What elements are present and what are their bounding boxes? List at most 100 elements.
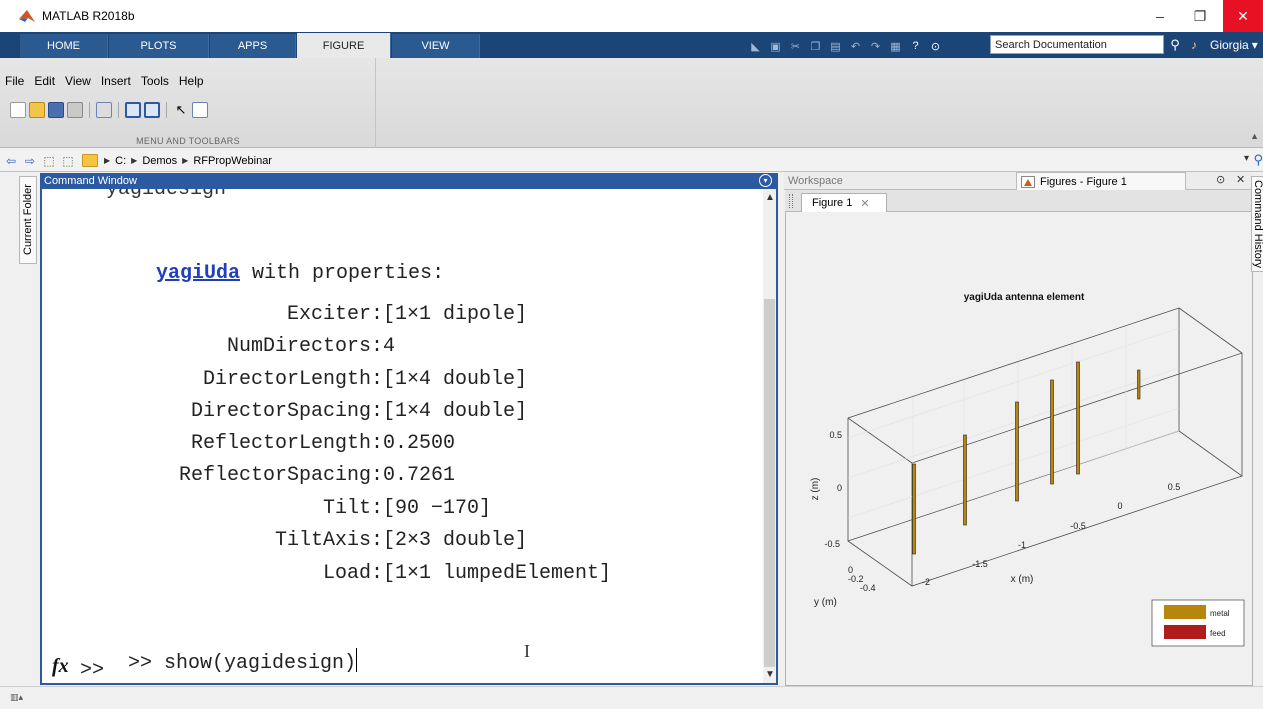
link-plot-icon[interactable] bbox=[96, 102, 112, 118]
print-icon[interactable] bbox=[67, 102, 83, 118]
figure-toolbar: ↖ bbox=[10, 102, 208, 118]
new-figure-icon[interactable] bbox=[10, 102, 26, 118]
z-tick-label: -0.5 bbox=[824, 539, 840, 549]
figure-tab-bar: Figure 1 ✕ bbox=[785, 190, 1253, 212]
figures-window-tab[interactable]: Figures - Figure 1 bbox=[1016, 172, 1186, 190]
collapse-ribbon-icon[interactable]: ▲ bbox=[1250, 131, 1259, 141]
pointer-icon[interactable]: ↖ bbox=[173, 102, 189, 118]
menu-help[interactable]: Help bbox=[179, 74, 204, 88]
menu-file[interactable]: File bbox=[5, 74, 24, 88]
figure-1-tab[interactable]: Figure 1 ✕ bbox=[801, 193, 887, 212]
menu-edit[interactable]: Edit bbox=[34, 74, 55, 88]
function-browser-icon[interactable]: fx bbox=[52, 655, 69, 678]
search-icon[interactable]: ⚲ bbox=[1166, 36, 1184, 54]
property-row: Load: [1×1 lumpedElement] bbox=[42, 562, 763, 588]
paste-icon[interactable]: ▤ bbox=[828, 39, 843, 54]
breadcrumb-item[interactable]: Demos bbox=[142, 155, 177, 167]
antenna-plot[interactable]: yagiUda antenna element 0.5 0 -0.5 z (m)… bbox=[786, 213, 1252, 683]
property-row: TiltAxis: [2×3 double] bbox=[42, 529, 763, 555]
tab-home[interactable]: HOME bbox=[20, 34, 108, 58]
property-name: Load: bbox=[322, 562, 383, 585]
breadcrumb-item[interactable]: C: bbox=[115, 155, 126, 167]
x-tick-label: -2 bbox=[922, 577, 930, 587]
chevron-down-icon: ▾ bbox=[1251, 38, 1258, 52]
redo-icon[interactable]: ↷ bbox=[868, 39, 883, 54]
grid-lines bbox=[847, 326, 1180, 520]
property-value: [1×1 lumpedElement] bbox=[383, 562, 612, 585]
undo-icon[interactable]: ↶ bbox=[848, 39, 863, 54]
folder-search-icon[interactable]: ⚲ bbox=[1253, 152, 1263, 168]
property-value: 4 bbox=[383, 335, 396, 358]
property-editor-icon[interactable] bbox=[192, 102, 208, 118]
menu-insert[interactable]: Insert bbox=[101, 74, 131, 88]
property-value: [1×4 double] bbox=[383, 400, 528, 423]
up-folder-icon[interactable]: ⬚ bbox=[41, 153, 57, 169]
user-account-menu[interactable]: Giorgia ▾ bbox=[1210, 32, 1258, 58]
scroll-up-icon[interactable]: ▲ bbox=[765, 192, 775, 203]
save-figure-icon[interactable] bbox=[48, 102, 64, 118]
tab-figure[interactable]: FIGURE bbox=[297, 33, 391, 58]
back-arrow-icon[interactable]: ⇦ bbox=[3, 153, 19, 169]
property-name: ReflectorLength: bbox=[190, 432, 383, 455]
command-window-scrollbar[interactable]: ▲ ▼ bbox=[763, 189, 778, 685]
workspace-tab[interactable]: Workspace bbox=[788, 173, 843, 189]
property-value: [1×4 double] bbox=[383, 368, 528, 391]
close-icon[interactable]: ✕ bbox=[860, 197, 869, 210]
command-window[interactable]: yagidesign yagiUda with properties: Exci… bbox=[40, 189, 763, 685]
menu-and-toolbars-group: File Edit View Insert Tools Help ↖ MENU … bbox=[0, 58, 376, 148]
cut-icon[interactable]: ✂ bbox=[788, 39, 803, 54]
tab-view[interactable]: VIEW bbox=[392, 34, 480, 58]
menu-view[interactable]: View bbox=[65, 74, 91, 88]
dock-grip-icon[interactable] bbox=[789, 194, 793, 208]
ribbon-group-label: MENU AND TOOLBARS bbox=[136, 136, 240, 146]
current-folder-address-bar: ⇦ ⇨ ⬚ ⬚ ▶ C: ▶ Demos ▶ RFPropWebinar ▾ ⚲ bbox=[0, 150, 1263, 172]
help-icon[interactable]: ? bbox=[908, 39, 923, 54]
legend-icon[interactable] bbox=[144, 102, 160, 118]
panel-actions-icon[interactable]: ▾ bbox=[759, 174, 772, 187]
quick-access-toolbar: ◣ ▣ ✂ ❐ ▤ ↶ ↷ ▦ ? ⊙ bbox=[748, 36, 943, 56]
open-file-icon[interactable] bbox=[29, 102, 45, 118]
current-folder-tab[interactable]: Current Folder bbox=[19, 176, 37, 264]
class-help-link[interactable]: yagiUda bbox=[156, 262, 240, 285]
shortcut-icon[interactable]: ◣ bbox=[748, 39, 763, 54]
tab-apps[interactable]: APPS bbox=[210, 34, 296, 58]
panel-actions-icon[interactable]: ⊙ bbox=[1216, 173, 1225, 186]
command-prompt[interactable]: >> bbox=[80, 659, 104, 682]
status-indicator-icon[interactable]: ▥▴ bbox=[10, 692, 30, 704]
breadcrumb-separator-icon: ▶ bbox=[104, 156, 111, 165]
copy-icon[interactable]: ❐ bbox=[808, 39, 823, 54]
property-row: NumDirectors: 4 bbox=[42, 335, 763, 361]
close-panel-icon[interactable]: ✕ bbox=[1236, 173, 1245, 186]
colorbar-icon[interactable] bbox=[125, 102, 141, 118]
notification-bell-icon[interactable]: ♪ bbox=[1186, 36, 1202, 54]
scrollbar-thumb[interactable] bbox=[764, 299, 775, 667]
browse-folder-icon[interactable]: ⬚ bbox=[60, 153, 76, 169]
scroll-down-icon[interactable]: ▼ bbox=[765, 669, 775, 680]
axes-box bbox=[847, 307, 1243, 587]
toolbar-separator bbox=[166, 102, 167, 118]
command-line[interactable]: >> show(yagidesign) bbox=[80, 625, 358, 683]
save-icon[interactable]: ▣ bbox=[768, 39, 783, 54]
property-value: 0.7261 bbox=[383, 464, 456, 487]
property-row: ReflectorSpacing: 0.7261 bbox=[42, 464, 763, 490]
ibeam-cursor-icon: I bbox=[524, 641, 530, 661]
legend-swatch-metal bbox=[1164, 605, 1206, 619]
window-title: MATLAB R2018b bbox=[42, 9, 135, 23]
address-dropdown-icon[interactable]: ▾ bbox=[1244, 153, 1249, 164]
y-tick-label: -0.4 bbox=[860, 583, 876, 593]
tab-plots[interactable]: PLOTS bbox=[109, 34, 209, 58]
menu-tools[interactable]: Tools bbox=[141, 74, 169, 88]
switch-windows-icon[interactable]: ▦ bbox=[888, 39, 903, 54]
property-row: Tilt: [90 −170] bbox=[42, 497, 763, 523]
restore-button[interactable]: ❐ bbox=[1177, 0, 1223, 32]
x-tick-label: -1 bbox=[1018, 540, 1026, 550]
close-button[interactable]: ✕ bbox=[1223, 0, 1263, 32]
ribbon-panel: File Edit View Insert Tools Help ↖ MENU … bbox=[0, 58, 1263, 148]
x-tick-label: -0.5 bbox=[1070, 521, 1086, 531]
forward-arrow-icon[interactable]: ⇨ bbox=[22, 153, 38, 169]
command-history-tab[interactable]: Command History bbox=[1251, 176, 1263, 272]
breadcrumb-item[interactable]: RFPropWebinar bbox=[193, 155, 272, 167]
search-documentation-input[interactable]: Search Documentation bbox=[990, 35, 1164, 54]
command-text: >> show(yagidesign) bbox=[128, 652, 357, 675]
expand-icon[interactable]: ⊙ bbox=[928, 39, 943, 54]
